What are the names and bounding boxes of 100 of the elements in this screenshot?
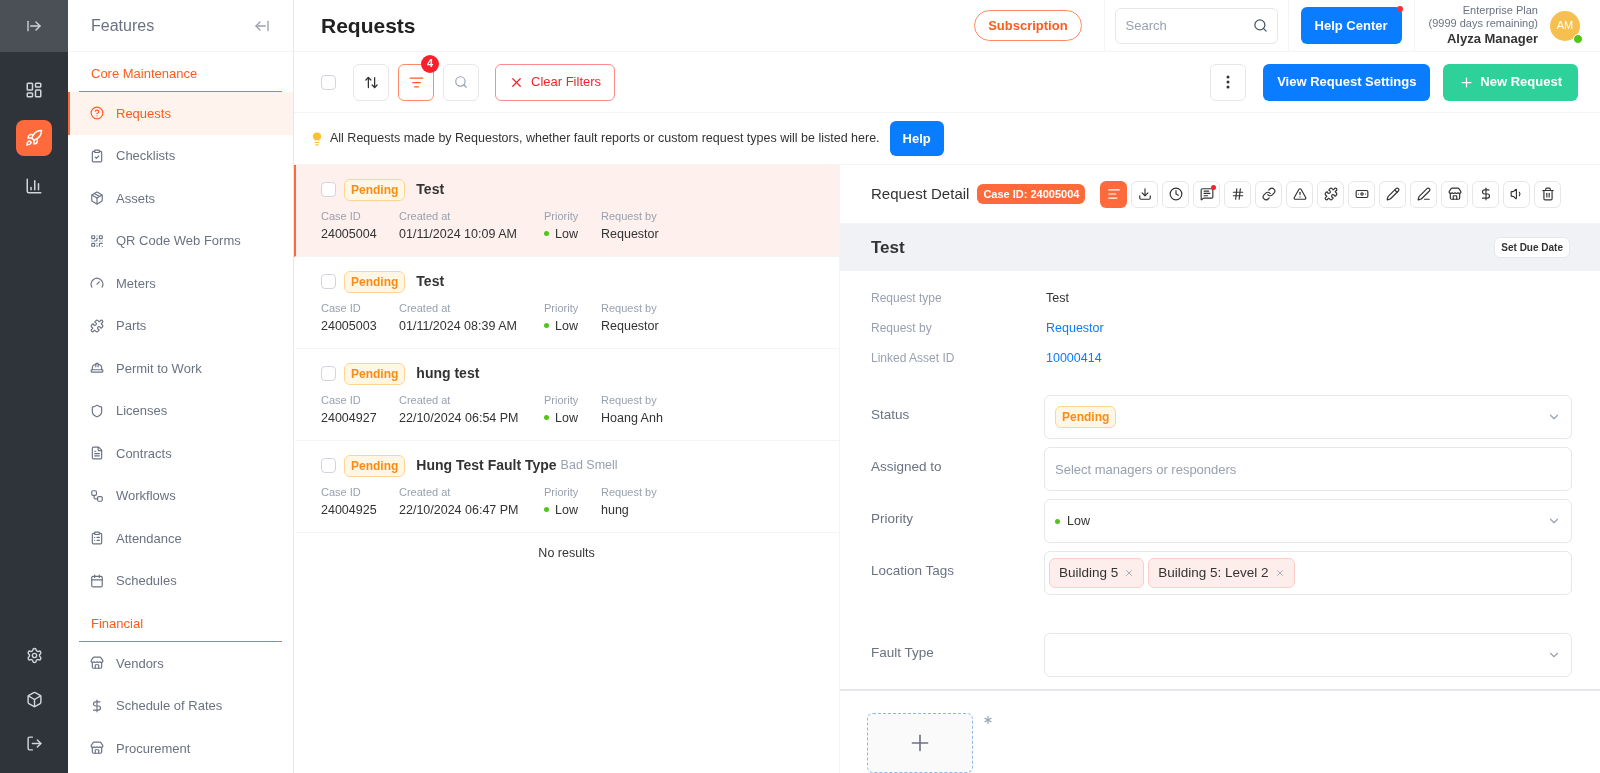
row-checkbox[interactable] <box>321 182 336 197</box>
link-icon <box>1261 187 1276 202</box>
workflow-icon <box>90 488 104 503</box>
clipboard-check-icon <box>90 148 104 163</box>
signature-icon <box>1416 187 1431 202</box>
calendar-icon <box>90 573 104 588</box>
trash-button[interactable] <box>1534 180 1562 208</box>
banknote-button[interactable] <box>1348 180 1376 208</box>
sidebar-item[interactable]: Requests <box>68 92 293 135</box>
sort-icon <box>363 74 379 90</box>
info-link[interactable]: 10000414 <box>1046 348 1102 368</box>
question-icon <box>90 106 104 121</box>
request-by-label: Request by <box>601 392 658 408</box>
case-id-label: Case ID <box>321 208 362 224</box>
filter-icon <box>408 74 424 90</box>
pencil-button[interactable] <box>1379 180 1407 208</box>
sidebar-item[interactable]: Procurement <box>68 727 293 770</box>
sidebar-item[interactable]: Meters <box>68 262 293 305</box>
sidebar-item[interactable]: Workflows <box>68 474 293 517</box>
case-id-value: 24005004 <box>321 225 378 243</box>
download-button[interactable] <box>1131 180 1159 208</box>
dashboard-icon <box>25 81 43 99</box>
search-field[interactable]: Search <box>1114 7 1278 44</box>
store-button[interactable] <box>1441 180 1469 208</box>
sidebar-item[interactable]: Vendors <box>68 642 293 685</box>
expand-icon <box>26 18 42 34</box>
text-lines-button[interactable] <box>1100 180 1128 208</box>
puzzle-button[interactable] <box>1317 180 1345 208</box>
warning-button[interactable] <box>1286 180 1314 208</box>
priority-value: Low <box>1067 512 1090 530</box>
request-title: Test <box>416 180 445 199</box>
rocket-button[interactable] <box>16 120 52 156</box>
case-id-label: Case ID <box>321 300 362 316</box>
cube-icon <box>25 690 43 708</box>
pencil-icon <box>1385 187 1400 202</box>
fault-type-label: Bad Smell <box>560 457 618 475</box>
help-center-button[interactable]: Help Center <box>1300 6 1402 45</box>
clear-filters-button[interactable]: Clear Filters <box>495 63 616 101</box>
request-card[interactable]: Pending Test Case ID 24005004 Created at 01/11/2024 10:09 AM Priority Low Request by Requestor <box>294 165 839 257</box>
request-title: Hung Test Fault Type <box>416 456 557 475</box>
asterisk-icon <box>981 713 995 727</box>
sidebar-item[interactable]: Schedules <box>68 559 293 602</box>
priority-select[interactable]: Low <box>1044 499 1572 543</box>
expand-menu-button[interactable] <box>26 18 42 34</box>
document-icon <box>90 446 104 461</box>
section-heading: Financial <box>91 616 144 631</box>
hard-hat-icon <box>90 361 104 376</box>
case-id-value: 24004925 <box>321 501 378 519</box>
created-at-label: Created at <box>399 392 452 408</box>
field-label: Assigned to <box>871 458 943 476</box>
sidebar-item[interactable]: Attendance <box>68 517 293 560</box>
select-all-checkbox[interactable] <box>321 74 336 90</box>
dollar-button[interactable] <box>1472 180 1500 208</box>
link-button[interactable] <box>1255 180 1283 208</box>
status-badge: Pending <box>1055 406 1117 428</box>
created-at-value: 22/10/2024 06:54 PM <box>399 409 520 427</box>
speaker-button[interactable] <box>1503 180 1531 208</box>
sidebar-item[interactable]: Parts <box>68 304 293 347</box>
features-title: Features <box>91 15 155 36</box>
request-name: Test <box>871 236 905 259</box>
request-card[interactable]: Pending Test Case ID 24005003 Created at 01/11/2024 08:39 AM Priority Low Request by Requestor <box>294 257 839 349</box>
sidebar-item[interactable]: QR Code Web Forms <box>68 219 293 262</box>
request-card[interactable]: Pending Hung Test Fault Type Bad Smell Case ID 24004925 Created at 22/10/2024 06:47 PM Priority Low Request by hung <box>294 441 839 533</box>
set-due-date-button[interactable]: Set Due Date <box>1494 237 1570 259</box>
sidebar-item[interactable]: Checklists <box>68 134 293 177</box>
info-link[interactable]: Requestor <box>1046 318 1104 338</box>
info-label: Request by <box>871 320 933 337</box>
signature-button[interactable] <box>1410 180 1438 208</box>
sidebar-item[interactable]: Contracts <box>68 432 293 475</box>
assignee-field[interactable]: Select managers or responders <box>1044 447 1572 491</box>
store-icon <box>1447 187 1462 202</box>
view-request-settings-button[interactable]: View Request Settings <box>1263 63 1431 101</box>
chat-button[interactable] <box>1193 180 1221 208</box>
case-id-value: 24004927 <box>321 409 378 427</box>
priority-label: Priority <box>544 484 580 500</box>
sidebar-item[interactable]: Permit to Work <box>68 347 293 390</box>
created-at-value: 22/10/2024 06:47 PM <box>399 501 520 519</box>
request-card[interactable]: Pending hung test Case ID 24004927 Created at 22/10/2024 06:54 PM Priority Low Request by Hoang Anh <box>294 349 839 441</box>
row-checkbox[interactable] <box>321 366 336 381</box>
row-checkbox[interactable] <box>321 458 336 473</box>
dollar-icon <box>90 698 104 713</box>
row-checkbox[interactable] <box>321 274 336 289</box>
hash-button[interactable] <box>1224 180 1252 208</box>
request-by-value: Hoang Anh <box>601 409 664 427</box>
sidebar-item[interactable]: Licenses <box>68 389 293 432</box>
clock-button[interactable] <box>1162 180 1190 208</box>
tag-text: Building 5: Level 2 <box>1158 563 1269 582</box>
search-icon <box>454 75 468 89</box>
lightbulb-icon <box>310 131 324 146</box>
text-lines-icon <box>1106 187 1121 202</box>
sidebar-item[interactable]: Assets <box>68 177 293 220</box>
package-icon <box>90 191 104 206</box>
help-button[interactable]: Help <box>889 120 944 157</box>
info-value: Test <box>1046 289 1069 307</box>
priority-label: Priority <box>544 392 580 408</box>
puzzle-icon <box>90 318 104 333</box>
sort-button[interactable] <box>353 63 389 101</box>
warning-icon <box>1292 187 1307 202</box>
sidebar-item[interactable]: Schedule of Rates <box>68 684 293 727</box>
case-id-label: Case ID <box>321 392 362 408</box>
